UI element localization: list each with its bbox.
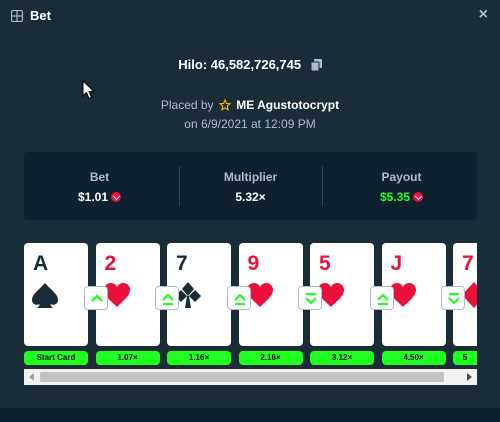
username-link[interactable]: ME Agustotocrypt	[236, 98, 339, 112]
guess-lower-or-same-icon	[441, 286, 465, 310]
multiplier-badge: 1.07×	[95, 351, 160, 365]
card-rank: 5	[319, 252, 331, 275]
coin-icon	[413, 192, 424, 202]
bet-modal: Bet × Hilo: 46,582,726,745 Placed by ME …	[0, 0, 500, 422]
multiplier-badge: Start Card	[24, 351, 88, 365]
bet-value-row: $1.01	[24, 190, 175, 204]
payout-value-row: $5.35	[326, 190, 477, 204]
multiplier-badge: 2.16×	[238, 351, 303, 365]
guess-higher-or-same-icon	[226, 286, 251, 310]
stat-bet: Bet $1.01	[24, 152, 175, 220]
multiplier-badge: 3.12×	[310, 351, 374, 365]
scroll-right-arrow-icon[interactable]	[467, 373, 472, 381]
modal-footer-strip	[0, 408, 500, 422]
copy-icon[interactable]	[310, 59, 322, 71]
placed-prefix: Placed by	[160, 98, 214, 112]
mouse-cursor-icon	[82, 80, 96, 100]
divider	[322, 166, 323, 206]
guess-higher-icon	[83, 286, 108, 310]
placed-by: Placed by ME Agustotocrypt on 6/9/2021 a…	[0, 96, 500, 134]
coin-icon	[111, 192, 122, 202]
card-rank: J	[390, 252, 403, 275]
card-rank: 7	[176, 252, 188, 275]
stats-panel: Bet $1.01 Multiplier 5.32× Payout $5.35	[24, 152, 477, 220]
multiplier-value: 5.32×	[235, 190, 266, 204]
multiplier-label: Multiplier	[223, 170, 278, 184]
stat-payout: Payout $5.35	[326, 152, 477, 220]
guess-lower-or-same-icon	[298, 286, 322, 310]
spade-icon	[32, 283, 58, 308]
game-id: Hilo: 46,582,726,745	[178, 57, 302, 72]
payout-label: Payout	[381, 170, 422, 184]
modal-header: Bet ×	[0, 0, 500, 34]
scrollbar-thumb[interactable]	[40, 372, 444, 382]
window-icon	[11, 10, 23, 22]
bet-label: Bet	[89, 170, 110, 184]
stat-multiplier: Multiplier 5.32×	[175, 152, 326, 220]
payout-value: $5.35	[379, 190, 411, 204]
close-icon[interactable]: ×	[479, 6, 488, 24]
guess-higher-or-same-icon	[155, 286, 179, 310]
multiplier-badge: 4.50×	[381, 351, 446, 365]
card-rank: A	[33, 252, 49, 275]
card-rank: 7	[462, 252, 474, 275]
bet-date: on 6/9/2021 at 12:09 PM	[184, 117, 316, 131]
card-rank: 2	[104, 252, 117, 275]
multiplier-badge: 5	[453, 351, 477, 365]
card-rank: 9	[247, 252, 260, 275]
modal-title: Bet	[30, 8, 51, 23]
multiplier-badge: 1.16×	[167, 351, 231, 365]
playing-card: A	[24, 243, 88, 346]
horizontal-scrollbar[interactable]	[24, 369, 477, 385]
star-icon	[218, 99, 231, 111]
scroll-left-arrow-icon[interactable]	[29, 373, 34, 381]
bet-value: $1.01	[77, 190, 109, 204]
guess-higher-or-same-icon	[369, 286, 394, 310]
game-id-row: Hilo: 46,582,726,745	[0, 57, 500, 72]
